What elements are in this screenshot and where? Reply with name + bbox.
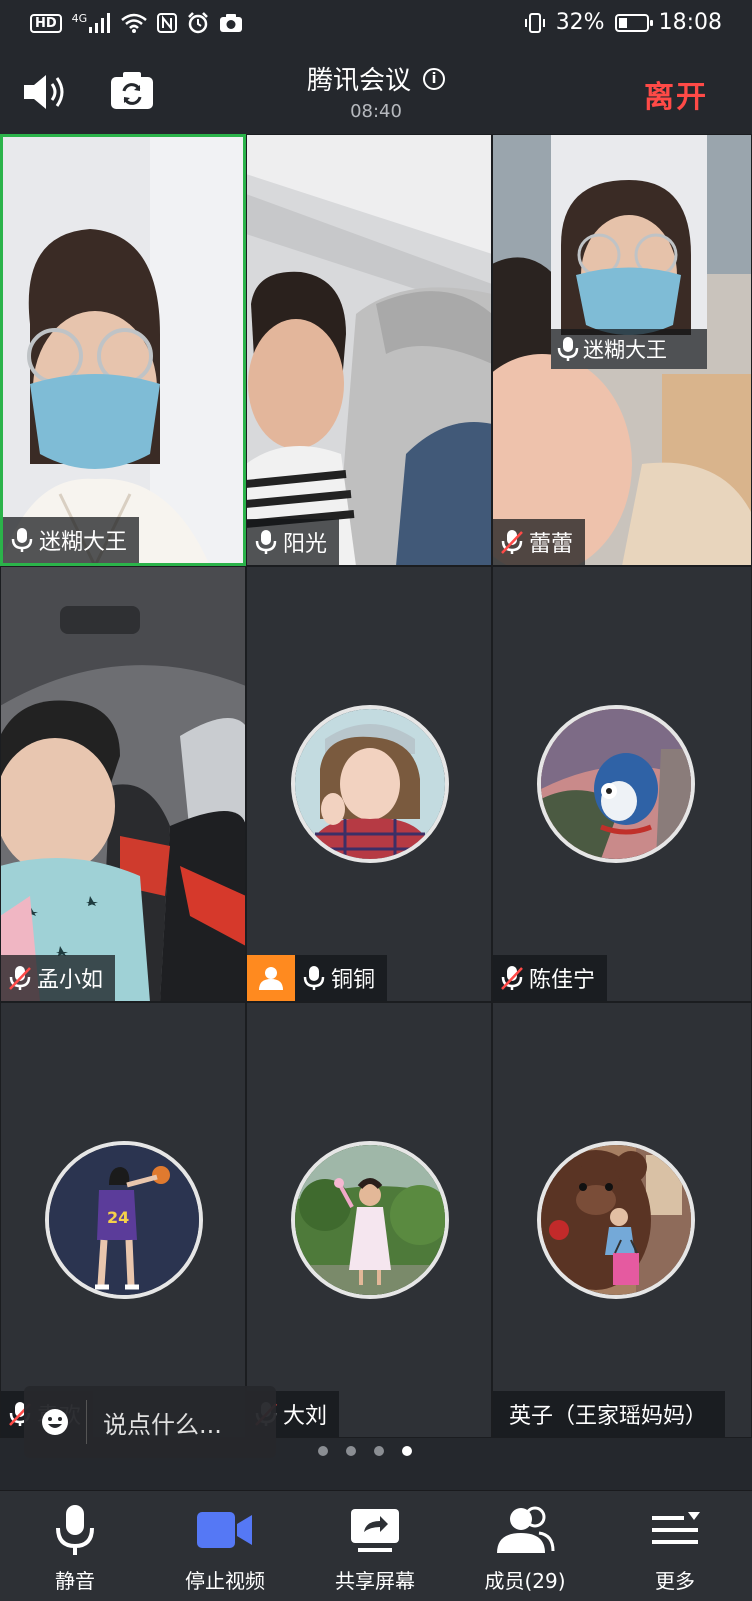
mic-muted-icon [9,966,31,990]
leave-button[interactable]: 离开 [644,72,708,116]
mic-muted-icon [501,530,523,554]
self-view-name-tag: 迷糊大王 [551,329,707,369]
members-button[interactable]: 成员(29) [450,1501,600,1594]
meeting-top-bar: 腾讯会议 i 08:40 离开 [0,50,752,134]
page-dot-active[interactable] [402,1446,412,1456]
participant-tile[interactable]: 英子（王家瑶妈妈） [492,1002,752,1438]
participant-name-tag: 铜铜 [295,955,388,1001]
vibrate-icon [524,12,545,33]
participant-name-tag: 陈佳宁 [493,955,608,1001]
participant-name: 蕾蕾 [529,532,574,557]
avatar-image [295,709,445,859]
participant-name: 迷糊大王 [39,530,128,555]
page-dot[interactable] [374,1446,384,1456]
participant-avatar [291,1141,449,1299]
more-label: 更多 [655,1569,695,1593]
members-icon [497,1506,555,1553]
wifi-icon [121,13,148,33]
more-button[interactable]: 更多 [600,1501,750,1594]
self-view-pip[interactable]: 迷糊大王 [551,135,707,369]
meeting-title-text: 腾讯会议 [306,66,411,96]
hd-icon: HD [30,13,62,33]
mute-button[interactable]: 静音 [0,1501,150,1594]
participant-name: 陈佳宁 [529,968,596,993]
participant-name: 大刘 [283,1404,328,1429]
stop-video-label: 停止视频 [185,1569,265,1593]
participant-name-tag: 蕾蕾 [493,519,586,565]
participant-name: 阳光 [283,532,328,557]
participant-tile[interactable]: 孟小如 [0,566,246,1002]
participant-tile[interactable]: 陈佳宁 [492,566,752,1002]
meeting-title[interactable]: 腾讯会议 i [307,60,445,97]
status-bar-right: 32% 18:08 [524,10,722,35]
members-label: 成员(29) [484,1569,566,1593]
person-icon [259,967,283,990]
stop-video-button[interactable]: 停止视频 [150,1501,300,1594]
participant-avatar [537,1141,695,1299]
page-dot[interactable] [346,1446,356,1456]
video-camera-icon [197,1512,252,1548]
participant-video [1,567,245,1001]
participant-video [247,135,491,565]
network-label: 4G [71,12,88,25]
share-screen-icon [351,1509,399,1552]
share-screen-button[interactable]: 共享屏幕 [300,1501,450,1594]
info-icon[interactable]: i [423,67,445,90]
meeting-title-area: 腾讯会议 i 08:40 [0,60,752,122]
avatar-image [541,1145,691,1295]
mic-icon [557,337,579,361]
status-bar-left: HD 4G [30,12,243,34]
participant-avatar: 24 [45,1141,203,1299]
svg-text:24: 24 [107,1208,129,1227]
mic-icon [11,528,33,552]
status-bar: HD 4G 32% 18:08 [0,0,752,50]
chat-separator [86,1400,87,1444]
participant-name-tag: 阳光 [247,519,340,565]
battery-percent: 32% [555,10,605,35]
avatar-image: 24 [49,1145,199,1295]
participant-name-tag: 迷糊大王 [3,517,140,563]
participant-tile[interactable]: 大刘 [246,1002,492,1438]
participant-tile[interactable]: 迷糊大王 [0,134,246,566]
mic-icon [303,966,325,990]
participant-name: 英子（王家瑶妈妈） [509,1404,708,1429]
avatar-image [541,709,691,859]
participant-avatar [291,705,449,863]
more-menu-icon [652,1512,700,1544]
microphone-icon [56,1505,94,1555]
participant-tile[interactable]: 迷糊大王 蕾蕾 [492,134,752,566]
participant-avatar [537,705,695,863]
clock: 18:08 [658,10,722,35]
mic-muted-icon [501,966,523,990]
participant-tile[interactable]: 24 袁欢 [0,1002,246,1438]
mute-label: 静音 [55,1569,95,1593]
participant-video [3,137,243,563]
share-screen-label: 共享屏幕 [335,1569,415,1593]
participant-name: 铜铜 [331,968,376,993]
host-badge [247,955,295,1001]
self-view-name: 迷糊大王 [583,338,667,362]
meeting-timer: 08:40 [350,101,402,122]
participant-tile[interactable]: 铜铜 [246,566,492,1002]
chat-placeholder: 说点什么... [103,1410,222,1439]
meeting-toolbar: 静音 停止视频 共享屏幕 成员(29) 更多 [0,1490,752,1601]
alarm-icon [188,12,209,34]
participant-name: 孟小如 [37,968,104,993]
camera-icon [220,14,243,32]
page-dot[interactable] [318,1446,328,1456]
battery-icon [614,13,653,32]
4g-signal-icon: 4G [71,12,112,33]
participant-name-tag: 孟小如 [1,955,116,1001]
avatar-image [295,1145,445,1295]
nfc-icon [157,13,178,33]
participant-name-tag: 英子（王家瑶妈妈） [493,1391,726,1437]
battery-fill [618,17,627,28]
emoji-icon[interactable] [40,1407,70,1437]
participant-tile[interactable]: 阳光 [246,134,492,566]
chat-input[interactable]: 说点什么... [24,1386,276,1458]
mic-icon [255,530,277,554]
page-indicator[interactable] [318,1446,412,1456]
